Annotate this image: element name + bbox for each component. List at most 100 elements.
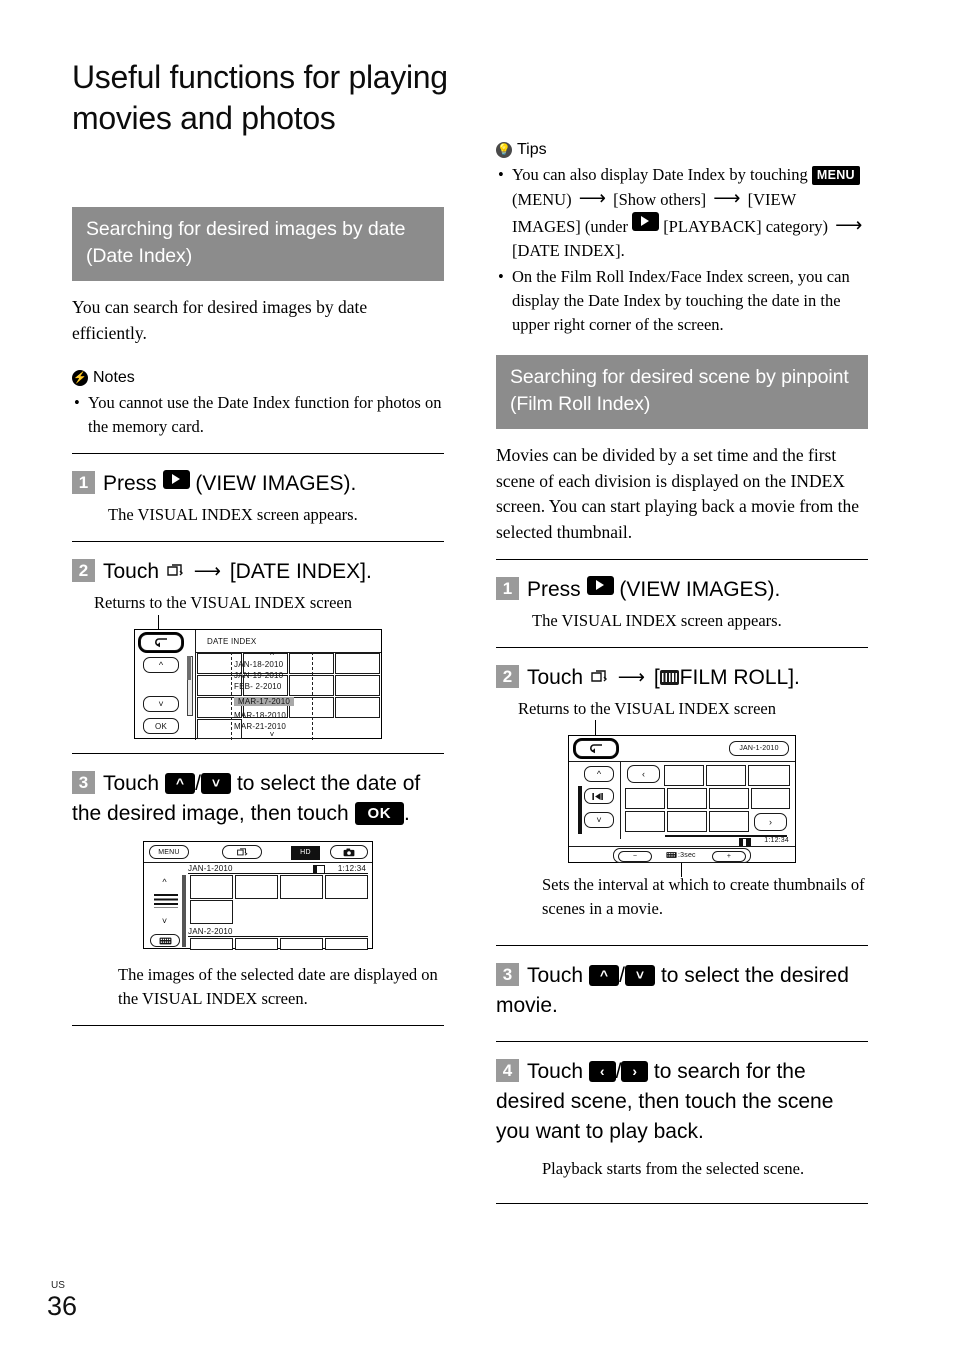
scene-thumbnail[interactable]	[751, 788, 790, 809]
date-item[interactable]: JAN-18-2010	[234, 660, 312, 669]
step-text: Touch	[103, 560, 160, 583]
scene-thumbnail[interactable]	[667, 788, 707, 809]
date-underline	[188, 936, 368, 938]
scene-thumbnail[interactable]	[709, 811, 749, 832]
film-roll-screen-figure: JAN-1-2010 ^ ˅ ‹ › 1:12:34 −:3sec +	[496, 720, 868, 877]
back-button[interactable]	[575, 740, 617, 757]
divider	[496, 559, 868, 560]
scene-thumbnail[interactable]	[625, 788, 665, 809]
notes-icon: ⚡	[72, 370, 88, 386]
menu-button[interactable]: MENU	[149, 845, 189, 859]
list-scroll-down-icon[interactable]: ˅	[232, 731, 312, 739]
quality-badge[interactable]: HD	[291, 846, 320, 860]
movie-position-bar	[578, 786, 582, 834]
scene-thumbnail[interactable]	[706, 765, 746, 786]
scene-thumbnail[interactable]	[667, 811, 707, 832]
step-2-heading: 2 Touch ⟶ [FILM ROLL].	[496, 663, 868, 693]
step-number: 1	[72, 471, 95, 494]
plus-label: +	[726, 852, 732, 860]
back-button[interactable]	[140, 634, 182, 651]
scene-thumbnail[interactable]	[709, 788, 749, 809]
ok-button[interactable]: OK	[143, 718, 179, 734]
thumbnail[interactable]	[335, 697, 380, 718]
step-3-heading: 3 Touch ^ / ˅ to select the date of the des…	[72, 769, 444, 829]
scroll-up-button[interactable]: ^	[143, 657, 179, 673]
next-scene-button[interactable]: ›	[754, 813, 787, 831]
date-item-selected[interactable]: MAR-17-2010	[234, 697, 295, 706]
date-list-overlay: ^ JAN-18-2010 JAN-19-2010 FEB- 2-2010 MA…	[231, 652, 313, 740]
thumbnail[interactable]	[335, 675, 380, 696]
callout-line	[595, 720, 597, 735]
arrow-right-icon: ⟶	[617, 667, 645, 688]
list-view-icon[interactable]	[154, 894, 178, 908]
date-index-title: DATE INDEX	[207, 637, 257, 646]
film-roll-icon	[666, 852, 677, 858]
tip-text-f: [DATE INDEX].	[512, 241, 625, 260]
step-text-after: [DATE INDEX].	[229, 560, 372, 583]
step-number: 3	[72, 771, 95, 794]
film-roll-intro: Movies can be divided by a set time and …	[496, 445, 860, 542]
scrollbar-thumb[interactable]	[187, 656, 191, 680]
scroll-down-button[interactable]: ˅	[584, 812, 614, 828]
thumbnail[interactable]	[335, 653, 380, 674]
step-3-date-index: 3 Touch ^ / ˅ to select the date of the des…	[72, 769, 444, 1011]
date-item[interactable]: MAR-18-2010	[234, 711, 312, 720]
interval-label: :3sec	[678, 851, 696, 859]
page-title: Useful functions for playing movies and …	[72, 59, 448, 137]
minus-label: −	[632, 852, 638, 860]
prev-scene-button[interactable]: ‹	[627, 765, 660, 783]
scrollbar[interactable]	[182, 875, 186, 947]
right-column: 💡 Tips You can also display Date Index b…	[496, 140, 868, 1204]
step-text: Touch	[527, 666, 584, 689]
list-scroll-up-icon[interactable]: ^	[232, 652, 312, 660]
thumbnail[interactable]	[235, 875, 278, 899]
current-movie-indicator[interactable]	[584, 788, 614, 804]
thumbnail[interactable]	[190, 875, 233, 899]
tip-text-e: [PLAYBACK] category)	[663, 217, 829, 236]
list-item: You cannot use the Date Index function f…	[72, 391, 444, 439]
step-2-film-roll: 2 Touch ⟶ [FILM ROLL]. Returns to the VIS…	[496, 663, 868, 921]
footer-region: US	[51, 1280, 65, 1291]
interval-control-group: −:3sec +	[613, 848, 751, 863]
scene-thumbnail[interactable]	[748, 765, 790, 786]
photo-mode-button[interactable]	[330, 845, 368, 859]
thumbnail[interactable]	[325, 875, 368, 899]
date-item[interactable]: JAN-19-2010	[234, 671, 312, 680]
chevron-up-key: ^	[588, 965, 620, 986]
step-4-film-roll: 4 Touch ‹ / › to search for the desired sce…	[496, 1057, 868, 1181]
notes-list: You cannot use the Date Index function f…	[72, 391, 444, 439]
show-others-button[interactable]	[222, 845, 262, 859]
notes-label: Notes	[93, 369, 135, 386]
index-toggle-button[interactable]	[150, 934, 180, 947]
scroll-up-button[interactable]: ^	[152, 875, 177, 889]
thumbnail[interactable]	[280, 875, 323, 899]
scroll-up-button[interactable]: ^	[584, 766, 614, 782]
interval-minus-button[interactable]: −	[618, 850, 652, 862]
thumbnail[interactable]	[235, 938, 278, 950]
scroll-down-button[interactable]: ˅	[152, 914, 177, 928]
thumbnail[interactable]	[190, 938, 233, 950]
step-2-result: Returns to the VISUAL INDEX screen	[94, 593, 352, 612]
scroll-down-button[interactable]: ˅	[143, 696, 179, 712]
chevron-up-icon: ^	[162, 876, 167, 887]
interval-plus-button[interactable]: +	[712, 850, 746, 862]
tips-icon: 💡	[496, 142, 512, 158]
thumbnail[interactable]	[325, 938, 368, 950]
scene-thumbnail[interactable]	[625, 811, 665, 832]
divider	[496, 1041, 868, 1042]
thumbnail[interactable]	[280, 938, 323, 950]
date-item[interactable]: FEB- 2-2010	[234, 682, 312, 691]
divider	[72, 541, 444, 542]
page-footer: US 36	[47, 1280, 127, 1321]
chevron-down-key: ˅	[200, 773, 232, 794]
chevron-up-key: ^	[164, 773, 196, 794]
tips-label: Tips	[517, 141, 547, 158]
date-badge-button[interactable]: JAN-1-2010	[729, 741, 789, 756]
film-roll-screen: JAN-1-2010 ^ ˅ ‹ › 1:12:34 −:3sec +	[568, 735, 796, 877]
date-index-screen-figure: ^ ˅ OK DATE INDEX ^ JAN-18-2010 JAN-19-2…	[72, 615, 444, 740]
scene-thumbnail[interactable]	[664, 765, 704, 786]
thumbnail[interactable]	[190, 900, 233, 924]
divider	[72, 453, 444, 454]
chevron-down-icon: ˅	[161, 915, 168, 926]
step-1-heading: 1 Press (VIEW IMAGES).	[496, 575, 868, 605]
